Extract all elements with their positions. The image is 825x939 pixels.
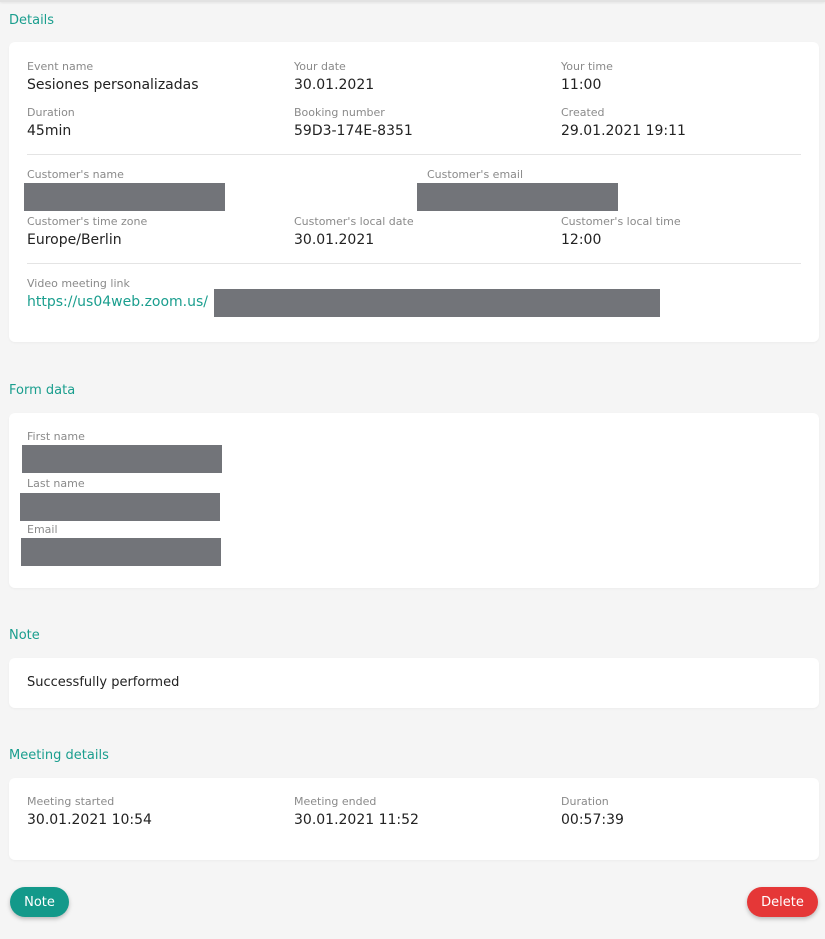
email-redacted (21, 538, 221, 566)
email-label: Email (27, 523, 58, 536)
note-text: Successfully performed (27, 675, 180, 690)
customer-email-redacted (417, 183, 618, 211)
meeting-details-card: Meeting started 30.01.2021 10:54 Meeting… (9, 778, 819, 860)
video-meeting-link[interactable]: https://us04web.zoom.us/ (27, 294, 208, 310)
form-data-section-title: Form data (9, 383, 76, 398)
customer-local-time-label: Customer's local time (561, 215, 681, 228)
meeting-started-value: 30.01.2021 10:54 (27, 812, 152, 828)
created-value: 29.01.2021 19:11 (561, 123, 686, 139)
your-time-value: 11:00 (561, 77, 602, 93)
your-date-label: Your date (294, 60, 346, 73)
form-data-card: First name Last name Email (9, 413, 819, 588)
duration-label: Duration (27, 106, 75, 119)
meeting-ended-value: 30.01.2021 11:52 (294, 812, 419, 828)
your-time-label: Your time (561, 60, 613, 73)
note-section-title: Note (9, 628, 40, 643)
event-name-label: Event name (27, 60, 94, 73)
top-divider (0, 0, 825, 2)
meeting-started-label: Meeting started (27, 795, 115, 808)
event-name-value: Sesiones personalizadas (27, 77, 199, 93)
meeting-duration-value: 00:57:39 (561, 812, 624, 828)
note-button[interactable]: Note (10, 887, 69, 917)
details-divider-1 (27, 154, 801, 155)
delete-button[interactable]: Delete (747, 887, 818, 917)
details-card: Event name Sesiones personalizadas Your … (9, 42, 819, 342)
meeting-details-section-title: Meeting details (9, 748, 109, 763)
duration-value: 45min (27, 123, 72, 139)
last-name-label: Last name (27, 477, 85, 490)
created-label: Created (561, 106, 605, 119)
video-link-label: Video meeting link (27, 277, 130, 290)
booking-number-value: 59D3-174E-8351 (294, 123, 413, 139)
last-name-redacted (20, 493, 220, 521)
customer-name-label: Customer's name (27, 168, 124, 181)
customer-local-date-label: Customer's local date (294, 215, 414, 228)
customer-time-zone-label: Customer's time zone (27, 215, 148, 228)
your-date-value: 30.01.2021 (294, 77, 375, 93)
customer-name-redacted (24, 183, 225, 211)
details-divider-2 (27, 263, 801, 264)
note-card: Successfully performed (9, 658, 819, 708)
customer-time-zone-value: Europe/Berlin (27, 232, 122, 248)
details-section-title: Details (9, 13, 55, 28)
meeting-duration-label: Duration (561, 795, 609, 808)
customer-email-label: Customer's email (427, 168, 524, 181)
first-name-label: First name (27, 430, 85, 443)
customer-local-date-value: 30.01.2021 (294, 232, 375, 248)
meeting-ended-label: Meeting ended (294, 795, 377, 808)
customer-local-time-value: 12:00 (561, 232, 602, 248)
first-name-redacted (22, 445, 222, 473)
video-link-redacted (214, 289, 660, 317)
booking-number-label: Booking number (294, 106, 385, 119)
